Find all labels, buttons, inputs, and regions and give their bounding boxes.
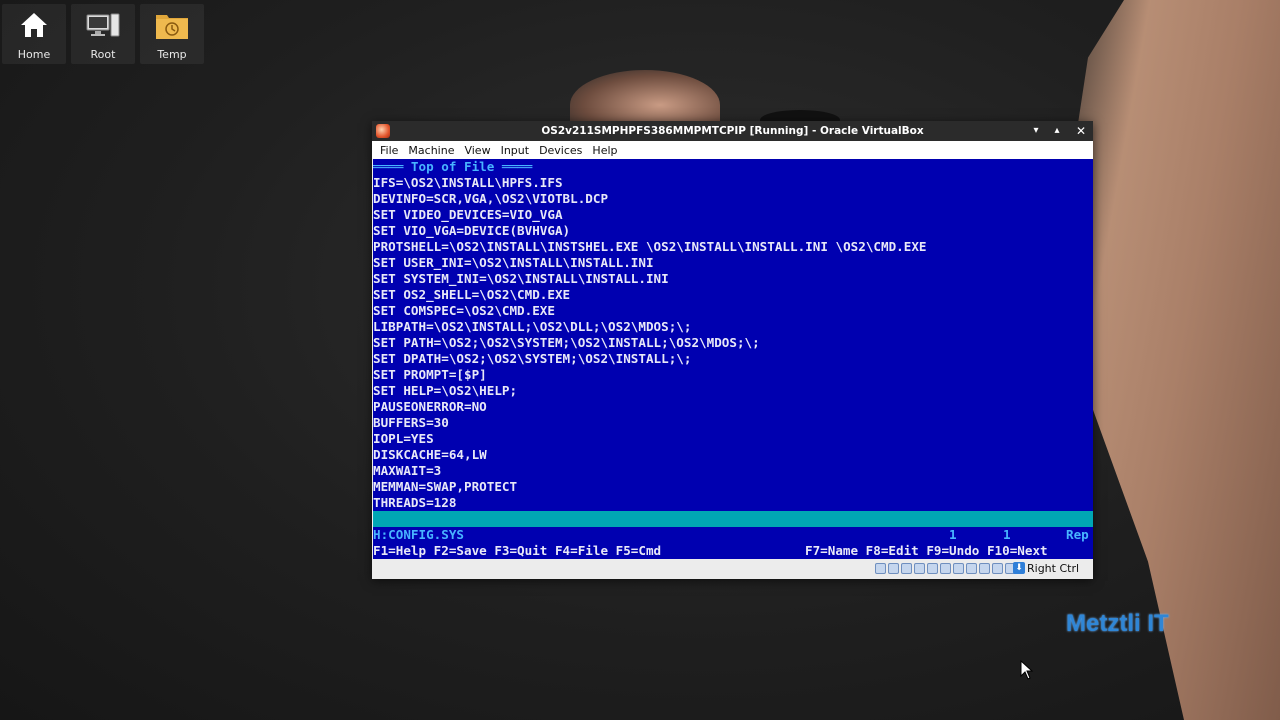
device-indicators [875,563,1016,574]
config-line: BUFFERS=30 [373,415,449,430]
menu-file[interactable]: File [375,144,403,157]
recording-icon[interactable] [979,563,990,574]
network-icon[interactable] [927,563,938,574]
config-line: SET OS2_SHELL=\OS2\CMD.EXE [373,287,571,302]
status-line-number: 1 [949,527,957,542]
menu-machine[interactable]: Machine [403,144,459,157]
host-key-arrow-icon: ⬇ [1013,562,1025,574]
window-titlebar[interactable]: OS2v211SMPHPFS386MMPMTCPIP [Running] - O… [372,121,1093,141]
config-line: MAXWAIT=3 [373,463,442,478]
maximize-icon[interactable]: ▴ [1049,123,1065,139]
desktop-icon-home[interactable]: Home [2,4,66,64]
config-line: IOPL=YES [373,431,434,446]
status-filename: H:CONFIG.SYS [373,527,464,542]
folder-clock-icon [155,8,189,42]
cpu-icon[interactable] [992,563,1003,574]
desktop-icon-root[interactable]: Root [71,4,135,64]
mouse-cursor-icon [1020,659,1034,684]
config-line: DEVINFO=SCR,VGA,\OS2\VIOTBL.DCP [373,191,609,206]
config-line: PAUSEONERROR=NO [373,399,487,414]
config-line: IFS=\OS2\INSTALL\HPFS.IFS [373,175,563,190]
config-line: SET SYSTEM_INI=\OS2\INSTALL\INSTALL.INI [373,271,669,286]
display-icon[interactable] [966,563,977,574]
config-line: DISKCACHE=64,LW [373,447,487,462]
config-line: SET USER_INI=\OS2\INSTALL\INSTALL.INI [373,255,654,270]
desktop-icon-temp[interactable]: Temp [140,4,204,64]
fkeys-right: F7=Name F8=Edit F9=Undo F10=Next [805,543,1048,558]
config-line: SET DPATH=\OS2;\OS2\SYSTEM;\OS2\INSTALL;… [373,351,692,366]
config-line: SET PROMPT=[$P] [373,367,487,382]
watermark-text: Metztli IT [1066,610,1169,637]
window-menubar: File Machine View Input Devices Help [372,141,1093,159]
usb-icon[interactable] [940,563,951,574]
editor-command-bar [373,511,1093,527]
audio-icon[interactable] [914,563,925,574]
vm-statusbar: ⬇ Right Ctrl [372,559,1093,579]
function-key-line: F1=Help F2=Save F3=Quit F4=File F5=Cmd F… [373,543,1093,559]
config-line: SET VIDEO_DEVICES=VIO_VGA [373,207,563,222]
vm-screen[interactable]: ════ Top of File ════ IFS=\OS2\INSTALL\H… [373,159,1093,559]
menu-devices[interactable]: Devices [534,144,587,157]
desktop-icon-label: Temp [157,48,187,61]
fkeys-left: F1=Help F2=Save F3=Quit F4=File F5=Cmd [373,543,662,558]
minimize-icon[interactable]: ▾ [1028,123,1044,139]
virtualbox-window[interactable]: OS2v211SMPHPFS386MMPMTCPIP [Running] - O… [372,121,1093,579]
menu-help[interactable]: Help [587,144,622,157]
config-line: LIBPATH=\OS2\INSTALL;\OS2\DLL;\OS2\MDOS;… [373,319,692,334]
menu-view[interactable]: View [459,144,495,157]
status-column-number: 1 [1003,527,1011,542]
config-line: SET VIO_VGA=DEVICE(BVHVGA) [373,223,571,238]
config-line: THREADS=128 [373,495,457,510]
desktop-icon-label: Home [17,48,51,61]
config-line: PROTSHELL=\OS2\INSTALL\INSTSHEL.EXE \OS2… [373,239,927,254]
close-icon[interactable]: ✕ [1073,123,1089,139]
top-of-file-banner: ════ Top of File ════ [373,159,533,174]
optical-drive-icon[interactable] [888,563,899,574]
config-line: SET HELP=\OS2\HELP; [373,383,518,398]
host-key-label: Right Ctrl [1027,562,1080,575]
editor-status-line: H:CONFIG.SYS 1 1 Rep [373,527,1093,543]
config-line: MEMMAN=SWAP,PROTECT [373,479,518,494]
status-mode: Rep [1066,527,1089,542]
hard-disk-icon[interactable] [875,563,886,574]
desktop-icon-label: Root [90,48,116,61]
floppy-icon[interactable] [901,563,912,574]
shared-folder-icon[interactable] [953,563,964,574]
home-icon [17,8,51,42]
window-title: OS2v211SMPHPFS386MMPMTCPIP [Running] - O… [541,125,924,137]
menu-input[interactable]: Input [496,144,534,157]
config-line: SET PATH=\OS2;\OS2\SYSTEM;\OS2\INSTALL;\… [373,335,760,350]
config-line: SET COMSPEC=\OS2\CMD.EXE [373,303,555,318]
computer-icon [86,8,120,42]
